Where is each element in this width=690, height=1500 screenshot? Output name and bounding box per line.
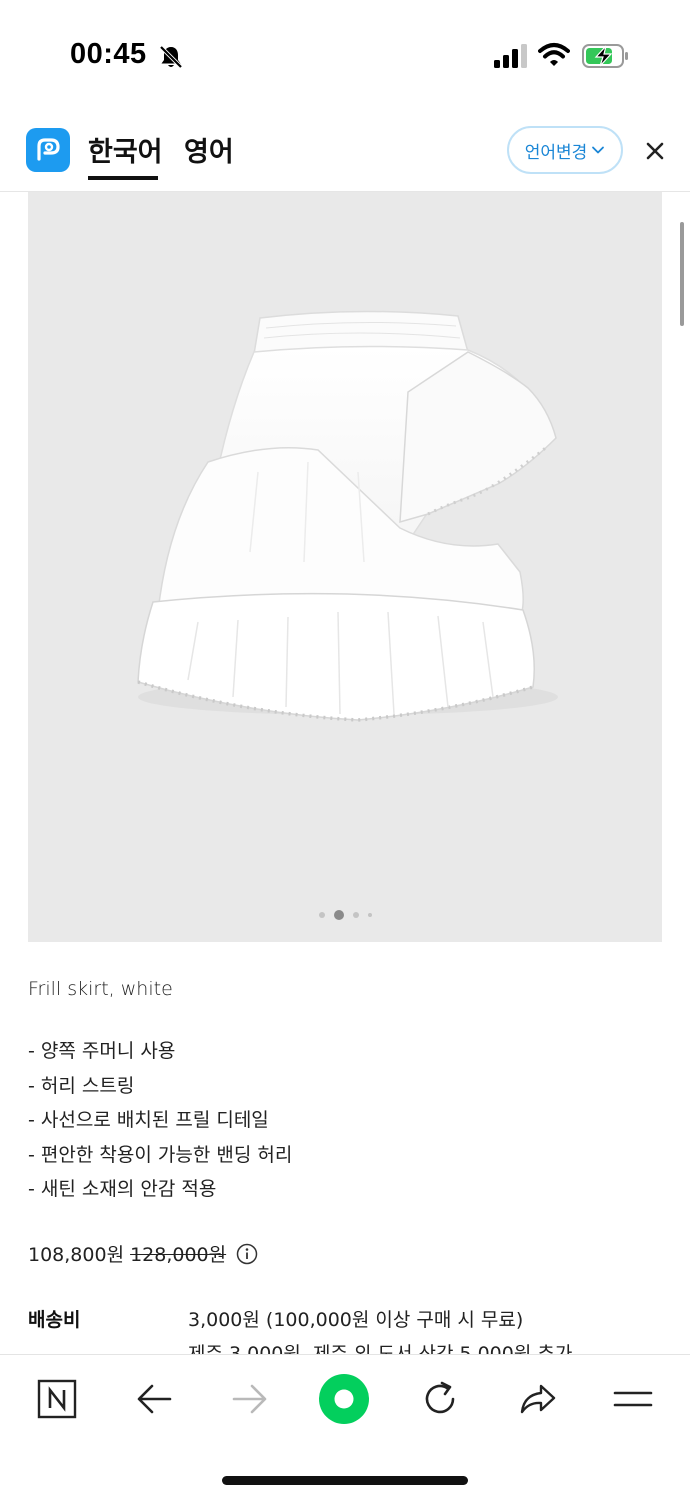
shipping-value: 3,000원 (100,000원 이상 구매 시 무료) (188, 1308, 524, 1331)
scrollbar-thumb[interactable] (680, 222, 684, 326)
green-dot-icon (319, 1374, 369, 1424)
carousel-dot[interactable] (318, 912, 325, 918)
price-row: 108,800원 128,000원 (28, 1237, 668, 1271)
wifi-icon (538, 43, 570, 66)
shipping-label: 배송비 (28, 1308, 81, 1331)
product-image-carousel[interactable] (28, 192, 662, 942)
tab-english[interactable]: 영어 (184, 130, 234, 169)
shipping-row: 배송비 3,000원 (100,000원 이상 구매 시 무료) 제주 3,00… (28, 1305, 668, 1365)
sale-price: 108,800원 (28, 1244, 125, 1266)
refresh-button[interactable] (416, 1375, 464, 1423)
change-language-button[interactable]: 언어변경 (507, 126, 623, 174)
carousel-dot-active[interactable] (333, 910, 344, 920)
forward-arrow-icon (232, 1384, 267, 1414)
back-button[interactable] (130, 1375, 178, 1423)
product-details: Frill skirt, white - 양쪽 주머니 사용 - 허리 스트링 … (28, 972, 668, 1365)
change-language-label: 언어변경 (524, 142, 588, 163)
feature-item: - 새틴 소재의 안감 적용 (28, 1178, 217, 1200)
status-bar: 00:45 (0, 0, 690, 110)
feature-list: - 양쪽 주머니 사용 - 허리 스트링 - 사선으로 배치된 프릴 디테일 -… (28, 1034, 668, 1207)
bell-off-icon (159, 45, 183, 69)
product-name: Frill skirt, white (28, 978, 173, 1000)
cellular-signal-icon (494, 44, 527, 68)
green-dot-button[interactable] (318, 1373, 370, 1425)
feature-item: - 사선으로 배치된 프릴 디테일 (28, 1109, 269, 1131)
home-indicator[interactable] (222, 1476, 468, 1485)
skirt-image (137, 310, 558, 722)
papago-logo-icon[interactable] (26, 128, 70, 172)
forward-button[interactable] (226, 1375, 274, 1423)
menu-button[interactable] (609, 1375, 657, 1423)
menu-icon (613, 1391, 653, 1407)
close-icon[interactable] (640, 136, 670, 166)
original-price: 128,000원 (130, 1244, 227, 1266)
back-arrow-icon (137, 1384, 172, 1414)
carousel-dot[interactable] (367, 913, 372, 917)
tab-korean[interactable]: 한국어 (88, 130, 163, 169)
feature-item: - 허리 스트링 (28, 1074, 135, 1097)
feature-item: - 편안한 착용이 가능한 밴딩 허리 (28, 1143, 293, 1166)
share-icon (520, 1384, 556, 1414)
naver-home-button[interactable] (33, 1375, 81, 1423)
status-time: 00:45 (70, 38, 147, 70)
naver-home-icon (37, 1379, 77, 1419)
feature-item: - 양쪽 주머니 사용 (28, 1040, 176, 1062)
refresh-icon (425, 1381, 455, 1414)
translation-header: 한국어 영어 언어변경 (0, 110, 690, 192)
carousel-dot[interactable] (352, 912, 359, 918)
share-button[interactable] (513, 1375, 561, 1423)
carousel-indicator (28, 910, 662, 920)
battery-charging-icon (582, 44, 628, 68)
chevron-down-icon (592, 146, 605, 154)
info-icon[interactable] (236, 1243, 258, 1265)
active-tab-underline (88, 176, 158, 180)
